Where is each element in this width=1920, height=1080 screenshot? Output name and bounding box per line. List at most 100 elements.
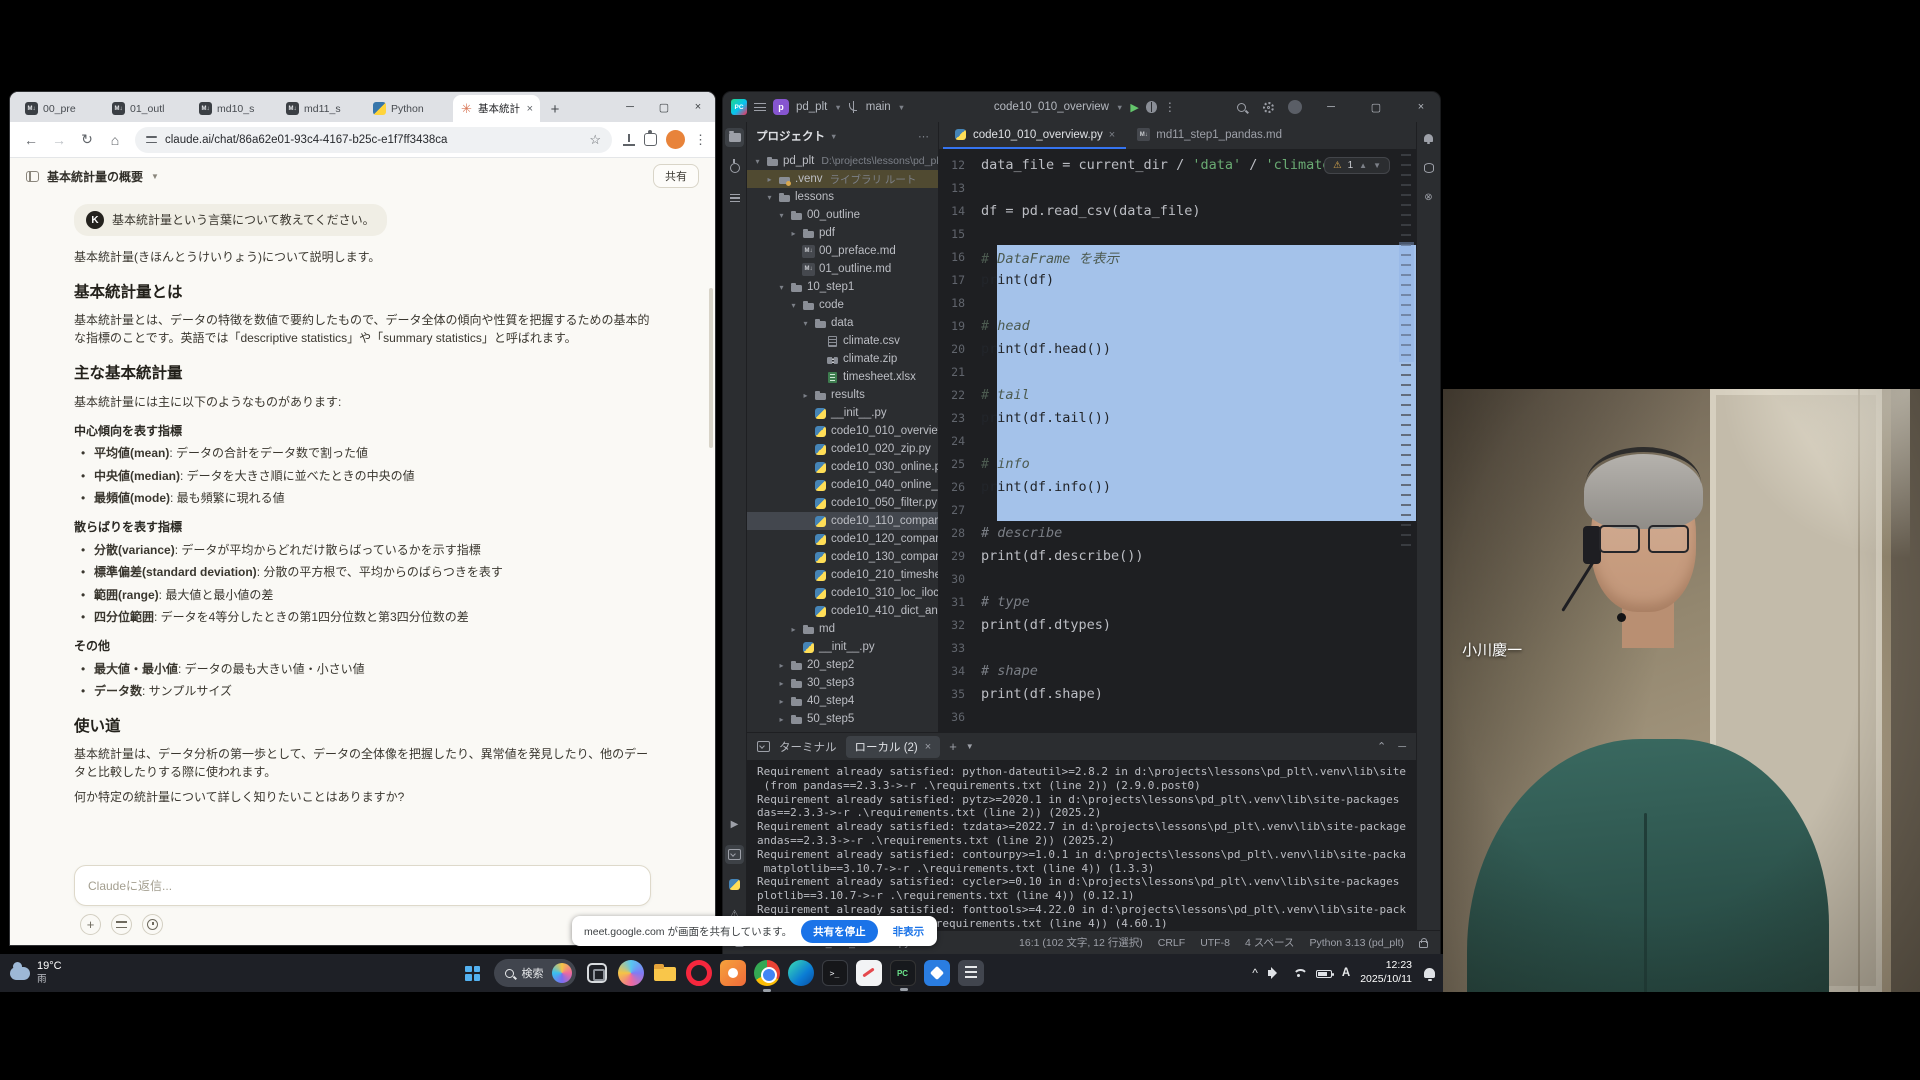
tree-item-code10_410_dict_and_json.py[interactable]: code10_410_dict_and_json.py bbox=[747, 602, 938, 620]
tree-item-20_step2[interactable]: ▸20_step2 bbox=[747, 656, 938, 674]
pycharm-minimize-button[interactable]: ─ bbox=[1312, 92, 1350, 122]
caret-position[interactable]: 16:1 (102 文字, 12 行選択) bbox=[1019, 935, 1143, 950]
pycharm-maximize-button[interactable]: ▢ bbox=[1357, 92, 1395, 122]
tree-item-code10_210_timesheet.py[interactable]: code10_210_timesheet.py bbox=[747, 566, 938, 584]
terminal-output[interactable]: Requirement already satisfied: python-da… bbox=[747, 761, 1416, 930]
tree-item-01_outline.md[interactable]: 01_outline.md bbox=[747, 260, 938, 278]
taskbar-clock[interactable]: 12:23 2025/10/11 bbox=[1360, 959, 1412, 986]
tree-chevron-icon[interactable]: ▸ bbox=[777, 661, 786, 670]
site-settings-icon[interactable] bbox=[146, 135, 157, 144]
taskbar-app-calculator[interactable] bbox=[958, 960, 984, 986]
tree-item-code10_110_compare_2_cities.py[interactable]: code10_110_compare_2_cities.py bbox=[747, 512, 938, 530]
tree-chevron-icon[interactable]: ▸ bbox=[801, 391, 810, 400]
prev-problem-icon[interactable]: ▲ bbox=[1359, 161, 1367, 170]
tree-item-code10_120_compare_4_cities.py[interactable]: code10_120_compare_4_cities.py bbox=[747, 530, 938, 548]
database-tool-icon[interactable] bbox=[1419, 158, 1438, 177]
tree-item-lessons[interactable]: ▾lessons bbox=[747, 188, 938, 206]
main-menu-icon[interactable] bbox=[754, 103, 766, 111]
tree-item-code[interactable]: ▾code bbox=[747, 296, 938, 314]
tree-item-00_preface.md[interactable]: 00_preface.md bbox=[747, 242, 938, 260]
browser-tab[interactable]: M↓md10_s bbox=[192, 95, 279, 122]
code-editor[interactable]: ⚠ 1 ▲ ▼ 12data_file = current_dir / 'dat… bbox=[939, 150, 1416, 732]
terminal-tool-label[interactable]: ターミナル bbox=[779, 739, 837, 755]
stop-sharing-button[interactable]: 共有を停止 bbox=[801, 920, 878, 943]
extensions-icon[interactable] bbox=[644, 133, 657, 146]
browser-maximize-button[interactable]: ▢ bbox=[647, 92, 681, 122]
tree-chevron-icon[interactable]: ▾ bbox=[777, 211, 786, 220]
download-icon[interactable] bbox=[623, 134, 635, 146]
hide-panel-icon[interactable]: ─ bbox=[1398, 741, 1406, 753]
browser-minimize-button[interactable]: ─ bbox=[613, 92, 647, 122]
tree-item-results[interactable]: ▸results bbox=[747, 386, 938, 404]
start-button[interactable] bbox=[460, 960, 486, 986]
branch-selector[interactable]: main bbox=[866, 101, 891, 113]
tree-item-climate.zip[interactable]: climate.zip bbox=[747, 350, 938, 368]
user-icon[interactable] bbox=[1285, 97, 1305, 117]
tree-item-climate.csv[interactable]: climate.csv bbox=[747, 332, 938, 350]
new-terminal-button[interactable]: + bbox=[949, 739, 957, 754]
tree-chevron-icon[interactable]: ▾ bbox=[777, 283, 786, 292]
line-ending[interactable]: CRLF bbox=[1158, 937, 1185, 949]
taskbar-app-task-view[interactable] bbox=[587, 963, 607, 983]
tab-close-icon[interactable]: × bbox=[527, 103, 533, 115]
notifications-tool-icon[interactable] bbox=[1419, 128, 1438, 147]
taskbar-app-chrome[interactable] bbox=[754, 960, 780, 986]
browser-profile-avatar[interactable] bbox=[666, 130, 685, 149]
back-button[interactable]: ← bbox=[18, 127, 44, 153]
url-bar[interactable]: claude.ai/chat/86a62e01-93c4-4167-b25c-e… bbox=[135, 127, 612, 153]
interpreter[interactable]: Python 3.13 (pd_plt) bbox=[1309, 937, 1404, 949]
notifications-bell-icon[interactable] bbox=[1424, 968, 1435, 978]
tree-item-pdf[interactable]: ▸pdf bbox=[747, 224, 938, 242]
debug-button[interactable] bbox=[1146, 101, 1157, 113]
browser-tab[interactable]: ✳基本統計× bbox=[453, 95, 540, 122]
run-config-selector[interactable]: code10_010_overview bbox=[994, 101, 1109, 113]
tree-item-.venv[interactable]: ▸.venvライブラリ ルート bbox=[747, 170, 938, 188]
share-button[interactable]: 共有 bbox=[653, 164, 699, 188]
tree-item-timesheet.xlsx[interactable]: timesheet.xlsx bbox=[747, 368, 938, 386]
chat-title[interactable]: 基本統計量の概要 bbox=[47, 168, 143, 185]
run-button[interactable]: ▶ bbox=[1130, 101, 1138, 114]
browser-tab[interactable]: M↓00_pre bbox=[18, 95, 105, 122]
hide-banner-button[interactable]: 非表示 bbox=[887, 920, 931, 943]
tree-item-50_step5[interactable]: ▸50_step5 bbox=[747, 710, 938, 728]
chat-scroll-area[interactable]: K 基本統計量という言葉について教えてください。 基本統計量(きほんとうけいりょ… bbox=[10, 194, 715, 857]
tree-item-code10_030_online.py[interactable]: code10_030_online.py bbox=[747, 458, 938, 476]
browser-menu-icon[interactable]: ⋮ bbox=[694, 132, 707, 148]
editor-minimap[interactable] bbox=[1401, 154, 1413, 714]
bookmark-star-icon[interactable]: ☆ bbox=[589, 132, 601, 148]
webcam-video-tile[interactable]: 小川慶一 bbox=[1443, 389, 1920, 992]
taskbar-app-copilot[interactable] bbox=[618, 960, 644, 986]
forward-button[interactable]: → bbox=[46, 127, 72, 153]
tree-chevron-icon[interactable]: ▾ bbox=[765, 193, 774, 202]
taskbar-app-pycharm[interactable] bbox=[890, 960, 916, 986]
encoding[interactable]: UTF-8 bbox=[1200, 937, 1230, 949]
reply-input[interactable]: Claudeに返信... bbox=[74, 865, 651, 906]
browser-tab[interactable]: M↓01_outl bbox=[105, 95, 192, 122]
inspection-widget[interactable]: ⚠ 1 ▲ ▼ bbox=[1324, 157, 1390, 174]
tree-item-data[interactable]: ▾data bbox=[747, 314, 938, 332]
tree-item-code10_130_compare_4_cities_upda[interactable]: code10_130_compare_4_cities_upda bbox=[747, 548, 938, 566]
tools-button[interactable] bbox=[111, 914, 132, 935]
chat-scrollbar[interactable] bbox=[709, 288, 713, 448]
taskbar-app-whiteboard[interactable] bbox=[856, 960, 882, 986]
home-button[interactable]: ⌂ bbox=[102, 127, 128, 153]
battery-icon[interactable] bbox=[1316, 970, 1332, 978]
project-panel-header[interactable]: プロジェクト ▼ ⋯ bbox=[747, 122, 938, 150]
add-attachment-button[interactable]: + bbox=[80, 914, 101, 935]
run-tool-icon[interactable]: ▶ bbox=[725, 815, 744, 834]
wifi-icon[interactable] bbox=[1292, 967, 1306, 979]
tab-close-icon[interactable]: × bbox=[1109, 129, 1115, 141]
tree-chevron-icon[interactable]: ▸ bbox=[789, 625, 798, 634]
tree-item-md[interactable]: ▸md bbox=[747, 620, 938, 638]
tree-chevron-icon[interactable]: ▸ bbox=[765, 175, 774, 184]
editor-tab[interactable]: md11_step1_pandas.md bbox=[1126, 122, 1293, 149]
tree-item-__init__.py[interactable]: __init__.py bbox=[747, 638, 938, 656]
indent-setting[interactable]: 4 スペース bbox=[1245, 935, 1295, 950]
tree-item-10_step1[interactable]: ▾10_step1 bbox=[747, 278, 938, 296]
tree-chevron-icon[interactable]: ▸ bbox=[789, 229, 798, 238]
search-everywhere-icon[interactable] bbox=[1231, 97, 1251, 117]
tree-chevron-icon[interactable]: ▾ bbox=[789, 301, 798, 310]
new-tab-button[interactable]: + bbox=[544, 98, 566, 120]
tree-item-00_outline[interactable]: ▾00_outline bbox=[747, 206, 938, 224]
taskbar-search[interactable]: 検索 bbox=[494, 959, 576, 987]
